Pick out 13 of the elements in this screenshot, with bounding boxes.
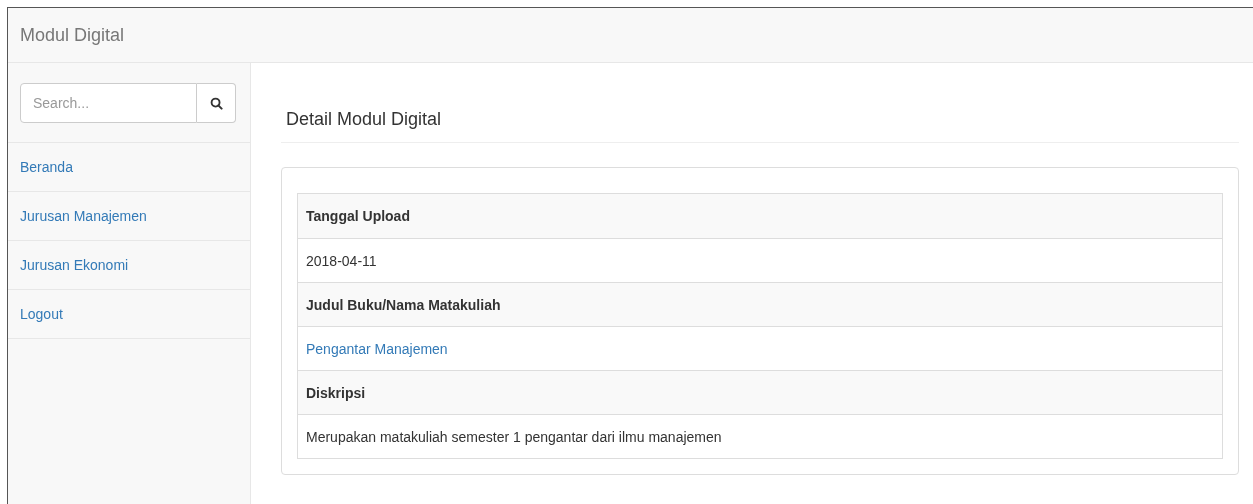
table-header-cell: Judul Buku/Nama Matakuliah [298,282,1222,326]
sidebar-link[interactable]: Jurusan Ekonomi [20,257,129,273]
page-title: Detail Modul Digital [281,109,1239,143]
sidebar-link[interactable]: Beranda [20,159,73,175]
search-icon [209,96,223,110]
course-link[interactable]: Pengantar Manajemen [306,340,448,357]
brand-title[interactable]: Modul Digital [20,24,125,46]
search-field[interactable]: Search... [20,83,197,123]
table-header-cell: Tanggal Upload [298,194,1222,238]
sidebar-link[interactable]: Jurusan Manajemen [20,208,147,224]
sidebar-link[interactable]: Logout [20,306,63,322]
table-header-cell: Diskripsi [298,370,1222,414]
search-button[interactable] [197,83,236,123]
